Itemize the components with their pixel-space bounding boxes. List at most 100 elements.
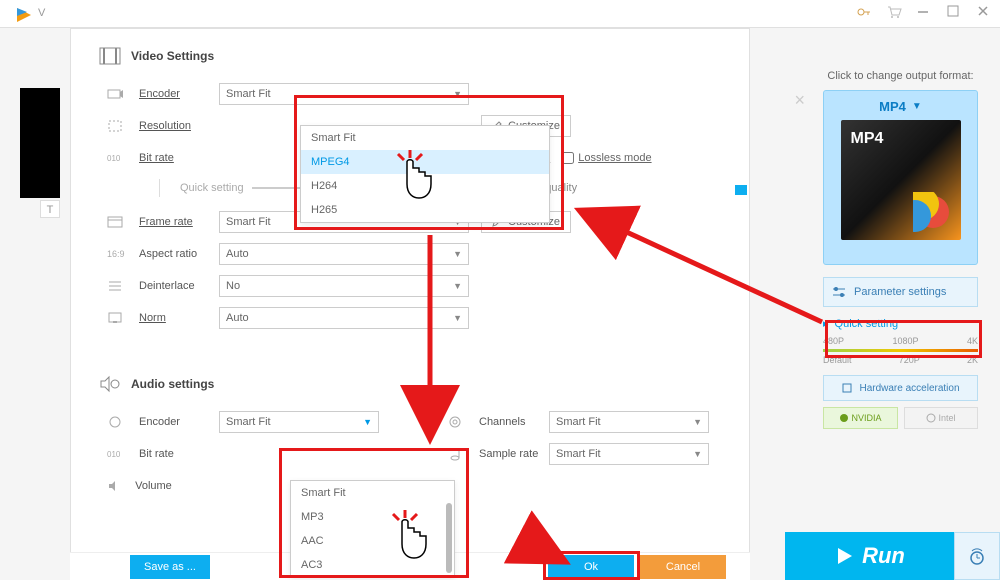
chevron-down-icon: ▼ <box>453 281 462 291</box>
dialog-close-icon[interactable]: × <box>794 90 805 111</box>
audio-encoder-select[interactable]: Smart Fit ▼ <box>219 411 379 433</box>
lossless-label: Lossless mode <box>578 152 651 164</box>
app-logo <box>15 6 33 24</box>
chevron-down-icon: ▼ <box>912 101 922 112</box>
audio-encoder-option[interactable]: Smart Fit <box>291 481 454 505</box>
deinterlace-select[interactable]: No ▼ <box>219 275 469 297</box>
format-thumbnail: MP4 <box>841 120 961 240</box>
left-text-tool[interactable]: T <box>40 200 60 218</box>
audio-encoder-option[interactable]: MP3 <box>291 505 454 529</box>
row-deinterlace: Deinterlace No ▼ <box>99 271 721 301</box>
ok-button[interactable]: Ok <box>548 555 634 579</box>
chevron-down-icon: ▼ <box>453 89 462 99</box>
nvidia-label: NVIDIA <box>852 413 882 423</box>
aspect-label: Aspect ratio <box>139 248 219 260</box>
row-norm: Norm Auto▼ <box>99 303 721 333</box>
audio-encoder-option[interactable]: AAC <box>291 529 454 553</box>
chevron-down-icon: ▼ <box>693 449 702 459</box>
audio-encoder-value: Smart Fit <box>226 416 271 428</box>
norm-label: Norm <box>139 312 219 324</box>
lossless-checkbox[interactable]: Lossless mode <box>562 152 651 164</box>
left-preview-thumb <box>20 88 60 198</box>
close-icon[interactable] <box>976 4 992 20</box>
row-channels: Channels Smart Fit▼ <box>439 407 719 437</box>
chevron-down-icon: ▼ <box>363 417 372 427</box>
intel-label: Intel <box>939 413 956 423</box>
audio-settings-label: Audio settings <box>131 377 214 391</box>
maximize-icon[interactable] <box>946 4 962 20</box>
norm-icon <box>107 311 129 325</box>
video-settings-label: Video Settings <box>131 49 214 63</box>
video-encoder-option[interactable]: H264 <box>301 174 549 198</box>
cancel-button[interactable]: Cancel <box>640 555 726 579</box>
aspect-select[interactable]: Auto▼ <box>219 243 469 265</box>
resolution-label: Resolution <box>139 120 219 132</box>
intel-badge[interactable]: Intel <box>904 407 979 429</box>
aspect-value: Auto <box>226 248 249 260</box>
video-encoder-option[interactable]: H265 <box>301 198 549 222</box>
output-format-panel: Click to change output format: MP4 ▼ MP4… <box>823 70 978 429</box>
arrow-right-icon: ▸ <box>823 317 829 330</box>
deinterlace-value: No <box>226 280 240 292</box>
samplerate-icon <box>447 447 469 461</box>
video-encoder-option-selected[interactable]: MPEG4 <box>301 150 549 174</box>
norm-value: Auto <box>226 312 249 324</box>
row-samplerate: Sample rate Smart Fit▼ <box>439 439 719 469</box>
video-encoder-option[interactable]: Smart Fit <box>301 126 549 150</box>
volume-label: Volume <box>135 480 201 492</box>
channels-icon <box>447 415 469 429</box>
bitrate-label: Bit rate <box>139 152 219 164</box>
quick-setting-side[interactable]: ▸ Quick setting <box>823 317 978 330</box>
resolution-icon <box>107 119 129 133</box>
run-button[interactable]: Run <box>785 532 954 580</box>
hardware-accel-button[interactable]: Hardware acceleration <box>823 375 978 401</box>
audio-encoder-option[interactable]: AC3 <box>291 553 454 577</box>
audio-settings-heading: Audio settings <box>99 375 721 393</box>
hw-accel-label: Hardware acceleration <box>859 383 959 394</box>
save-as-button[interactable]: Save as ... <box>130 555 210 579</box>
parameter-settings-button[interactable]: Parameter settings <box>823 277 978 307</box>
samplerate-value: Smart Fit <box>556 448 601 460</box>
video-encoder-dropdown[interactable]: Smart Fit MPEG4 H264 H265 <box>300 125 550 223</box>
chip-icon <box>841 382 853 394</box>
nvidia-badge[interactable]: NVIDIA <box>823 407 898 429</box>
channels-select[interactable]: Smart Fit▼ <box>549 411 709 433</box>
audio-encoder-dropdown[interactable]: Smart Fit MP3 AAC AC3 <box>290 480 455 578</box>
audio-bitrate-icon: 010 <box>107 447 129 461</box>
row-audio-encoder: Encoder Smart Fit▼ <box>99 407 399 437</box>
audio-encoder-icon <box>107 415 129 429</box>
video-encoder-select[interactable]: Smart Fit ▼ <box>219 83 469 105</box>
format-thumb-label: MP4 <box>851 130 884 148</box>
row-audio-bitrate: 010 Bit rate <box>99 439 399 469</box>
minimize-icon[interactable] <box>916 4 932 20</box>
title-bar: V <box>0 0 1000 28</box>
progress-strip <box>735 185 747 195</box>
row-video-encoder: Encoder Smart Fit ▼ <box>99 79 721 109</box>
quality-scale[interactable]: 480P1080P4K Default720P2K <box>823 336 978 365</box>
run-label: Run <box>862 543 905 569</box>
speaker-gear-icon <box>99 375 121 393</box>
encoder-label: Encoder <box>139 88 219 100</box>
scale-tick: 4K <box>967 336 978 346</box>
cart-icon[interactable] <box>886 4 902 20</box>
deinterlace-label: Deinterlace <box>139 280 219 292</box>
svg-text:010: 010 <box>107 450 121 459</box>
encoder-icon <box>107 87 129 101</box>
deinterlace-icon <box>107 279 129 293</box>
clock-icon <box>967 546 987 566</box>
samplerate-select[interactable]: Smart Fit ▼ <box>549 443 709 465</box>
sliders-icon <box>832 286 846 298</box>
gpu-badges: NVIDIA Intel <box>823 407 978 429</box>
dropdown-scrollbar[interactable] <box>446 503 452 573</box>
key-icon[interactable] <box>856 4 872 20</box>
bitrate-icon: 010 <box>107 151 129 165</box>
format-card[interactable]: MP4 ▼ MP4 <box>823 90 978 265</box>
channels-value: Smart Fit <box>556 416 601 428</box>
framerate-value: Smart Fit <box>226 216 271 228</box>
video-encoder-value: Smart Fit <box>226 88 271 100</box>
scale-tick: 720P <box>899 355 920 365</box>
norm-select[interactable]: Auto▼ <box>219 307 469 329</box>
audio-bitrate-label: Bit rate <box>139 448 219 460</box>
schedule-button[interactable] <box>954 532 1000 580</box>
aspect-icon: 16:9 <box>107 248 129 260</box>
